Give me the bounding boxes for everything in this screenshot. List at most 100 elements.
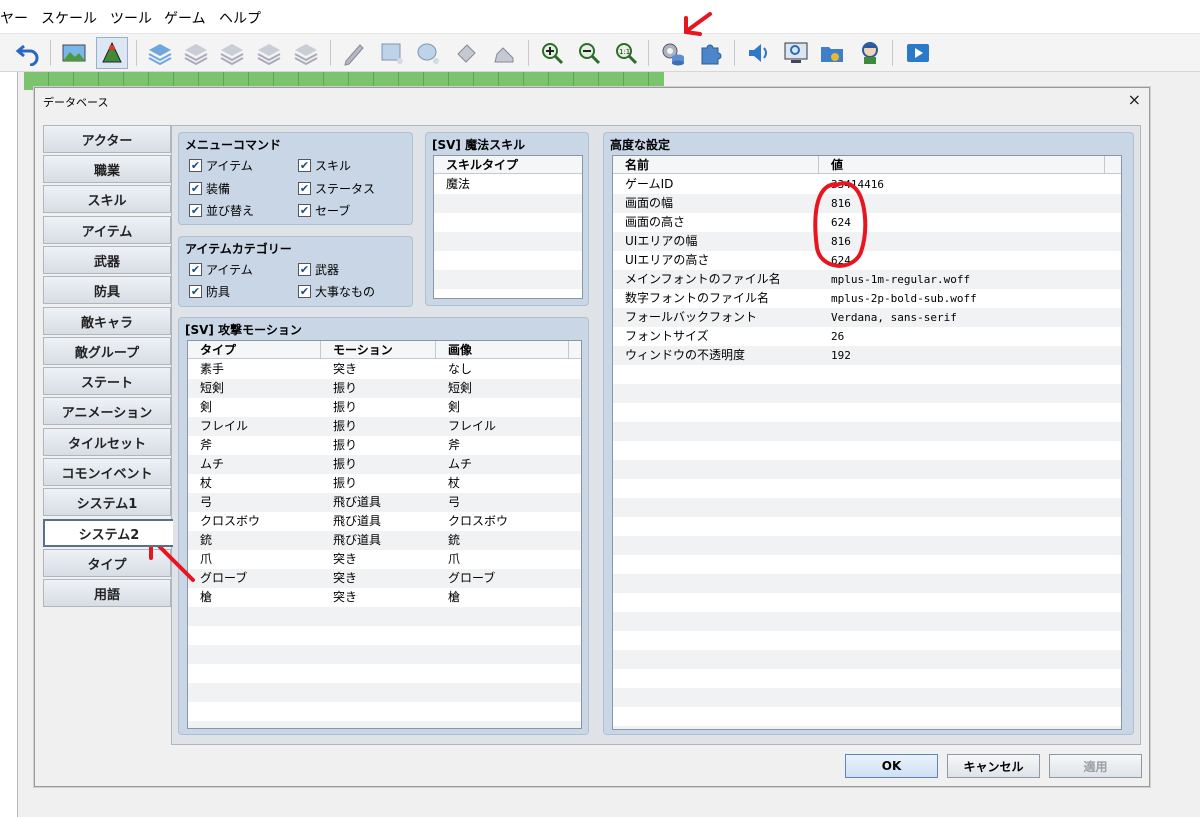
table-row[interactable]: クロスボウ 飛び道具 クロスボウ: [188, 512, 581, 531]
menu-scale[interactable]: スケール: [41, 8, 97, 28]
tab-system-1[interactable]: システム1: [43, 488, 171, 516]
ok-button[interactable]: OK: [845, 754, 938, 778]
cancel-button[interactable]: キャンセル: [947, 754, 1040, 778]
category-armor-checkbox[interactable]: ✔ 防具: [189, 283, 230, 300]
table-row[interactable]: メインフォントのファイル名 mplus-1m-regular.woff: [613, 270, 1121, 289]
table-row[interactable]: UIエリアの高さ 624: [613, 251, 1121, 270]
skill-type-list[interactable]: スキルタイプ 魔法: [433, 155, 583, 299]
layer-3-icon[interactable]: [216, 37, 248, 69]
table-row[interactable]: ウィンドウの不透明度 192: [613, 346, 1121, 365]
setting-value-cell: 33414416: [831, 178, 884, 191]
table-row[interactable]: ゲームID 33414416: [613, 175, 1121, 194]
map-view-icon[interactable]: [58, 37, 90, 69]
menu-help[interactable]: ヘルプ: [219, 8, 261, 28]
tab-terms[interactable]: 用語: [43, 579, 171, 607]
image-cell: 槍: [448, 590, 461, 604]
category-item-checkbox[interactable]: ✔ アイテム: [189, 261, 253, 278]
table-row[interactable]: 短剣 振り 短剣: [188, 379, 581, 398]
motion-cell: 振り: [333, 457, 358, 471]
tab-enemies[interactable]: 敵キャラ: [43, 307, 171, 335]
tab-armors[interactable]: 防具: [43, 276, 171, 304]
image-cell: なし: [448, 362, 473, 376]
zoom-out-icon[interactable]: [573, 37, 605, 69]
table-row[interactable]: 斧 振り 斧: [188, 436, 581, 455]
rectangle-icon[interactable]: [376, 37, 408, 69]
layer-1-icon[interactable]: [144, 37, 176, 69]
menu-tools[interactable]: ツール: [110, 8, 152, 28]
table-row[interactable]: 爪 突き 爪: [188, 550, 581, 569]
close-icon[interactable]: ×: [1128, 90, 1141, 109]
shadow-pen-icon[interactable]: [488, 37, 520, 69]
ellipse-icon[interactable]: [412, 37, 444, 69]
event-view-icon[interactable]: [96, 37, 128, 69]
tab-skills[interactable]: スキル: [43, 185, 171, 213]
apply-button[interactable]: 適用: [1049, 754, 1142, 778]
menu-layer[interactable]: ヤー: [0, 8, 28, 28]
table-row[interactable]: 数字フォントのファイル名 mplus-2p-bold-sub.woff: [613, 289, 1121, 308]
tab-animations[interactable]: アニメーション: [43, 397, 171, 425]
layer-2-icon[interactable]: [180, 37, 212, 69]
layer-4-icon[interactable]: [253, 37, 285, 69]
item-categories-group: アイテムカテゴリー ✔ アイテム ✔ 武器 ✔ 防具 ✔ 大事なもの: [178, 236, 413, 307]
table-row[interactable]: 素手 突き なし: [188, 360, 581, 379]
menu-command-save-checkbox[interactable]: ✔ セーブ: [298, 202, 350, 219]
image-cell: クロスボウ: [448, 514, 509, 528]
table-row[interactable]: フォントサイズ 26: [613, 327, 1121, 346]
item-categories-title: アイテムカテゴリー: [185, 242, 292, 256]
list-item[interactable]: 魔法: [434, 175, 582, 194]
menu-command-skill-checkbox[interactable]: ✔ スキル: [298, 157, 351, 174]
table-row[interactable]: 画面の幅 816: [613, 194, 1121, 213]
category-key-item-checkbox[interactable]: ✔ 大事なもの: [298, 283, 375, 300]
pencil-icon[interactable]: [338, 37, 370, 69]
zoom-in-icon[interactable]: [536, 37, 568, 69]
database-icon[interactable]: [656, 37, 688, 69]
motion-type-cell: 素手: [200, 362, 225, 376]
layer-5-icon[interactable]: [290, 37, 322, 69]
image-cell: 銃: [448, 533, 461, 547]
category-weapon-checkbox[interactable]: ✔ 武器: [298, 261, 339, 278]
event-searcher-icon[interactable]: [780, 37, 812, 69]
table-row[interactable]: ムチ 振り ムチ: [188, 455, 581, 474]
undo-icon[interactable]: [12, 37, 44, 69]
actual-size-icon[interactable]: 1:1: [610, 37, 642, 69]
table-row[interactable]: UIエリアの幅 816: [613, 232, 1121, 251]
table-row[interactable]: フレイル 振り フレイル: [188, 417, 581, 436]
tab-tilesets[interactable]: タイルセット: [43, 428, 171, 456]
character-generator-icon[interactable]: [854, 37, 886, 69]
tab-common-events[interactable]: コモンイベント: [43, 458, 171, 486]
tab-types[interactable]: タイプ: [43, 549, 171, 577]
table-row[interactable]: フォールバックフォント Verdana, sans-serif: [613, 308, 1121, 327]
tab-weapons[interactable]: 武器: [43, 246, 171, 274]
setting-name-cell: 画面の高さ: [625, 215, 686, 229]
header-motion: モーション: [321, 341, 436, 359]
setting-value-cell: mplus-2p-bold-sub.woff: [831, 292, 977, 305]
menu-command-status-checkbox[interactable]: ✔ ステータス: [298, 180, 375, 197]
table-row[interactable]: グローブ 突き グローブ: [188, 569, 581, 588]
table-row[interactable]: 剣 振り 剣: [188, 398, 581, 417]
menu-command-formation-checkbox[interactable]: ✔ 並び替え: [189, 202, 254, 219]
table-row[interactable]: 銃 飛び道具 銃: [188, 531, 581, 550]
sound-test-icon[interactable]: [742, 37, 774, 69]
table-row[interactable]: 槍 突き 槍: [188, 588, 581, 607]
tab-actors[interactable]: アクター: [43, 125, 171, 153]
tab-states[interactable]: ステート: [43, 367, 171, 395]
menu-command-item-checkbox[interactable]: ✔ アイテム: [189, 157, 253, 174]
table-row[interactable]: 杖 振り 杖: [188, 474, 581, 493]
menu-command-equip-checkbox[interactable]: ✔ 装備: [189, 180, 230, 197]
flood-fill-icon[interactable]: [450, 37, 482, 69]
tab-items[interactable]: アイテム: [43, 216, 171, 244]
advanced-settings-table[interactable]: 名前 値 ゲームID 33414416 画面の幅 816 画面の高さ 624 UIエリアの幅…: [612, 155, 1122, 730]
image-cell: 杖: [448, 476, 461, 490]
motion-cell: 突き: [333, 571, 358, 585]
check-icon: ✔: [189, 263, 202, 276]
resource-manager-icon[interactable]: [816, 37, 848, 69]
attack-motion-table[interactable]: タイプ モーション 画像 素手 突き なし 短剣 振り 短剣剣振り剣フレイル 振り フレイル斧…: [187, 340, 582, 729]
tab-troops[interactable]: 敵グループ: [43, 337, 171, 365]
table-row[interactable]: 画面の高さ 624: [613, 213, 1121, 232]
tab-system-2[interactable]: システム2: [43, 519, 173, 547]
plugin-manager-icon[interactable]: [694, 37, 726, 69]
menu-game[interactable]: ゲーム: [164, 8, 206, 28]
tab-classes[interactable]: 職業: [43, 155, 171, 183]
playtest-icon[interactable]: [902, 37, 934, 69]
table-row[interactable]: 弓 飛び道具 弓: [188, 493, 581, 512]
